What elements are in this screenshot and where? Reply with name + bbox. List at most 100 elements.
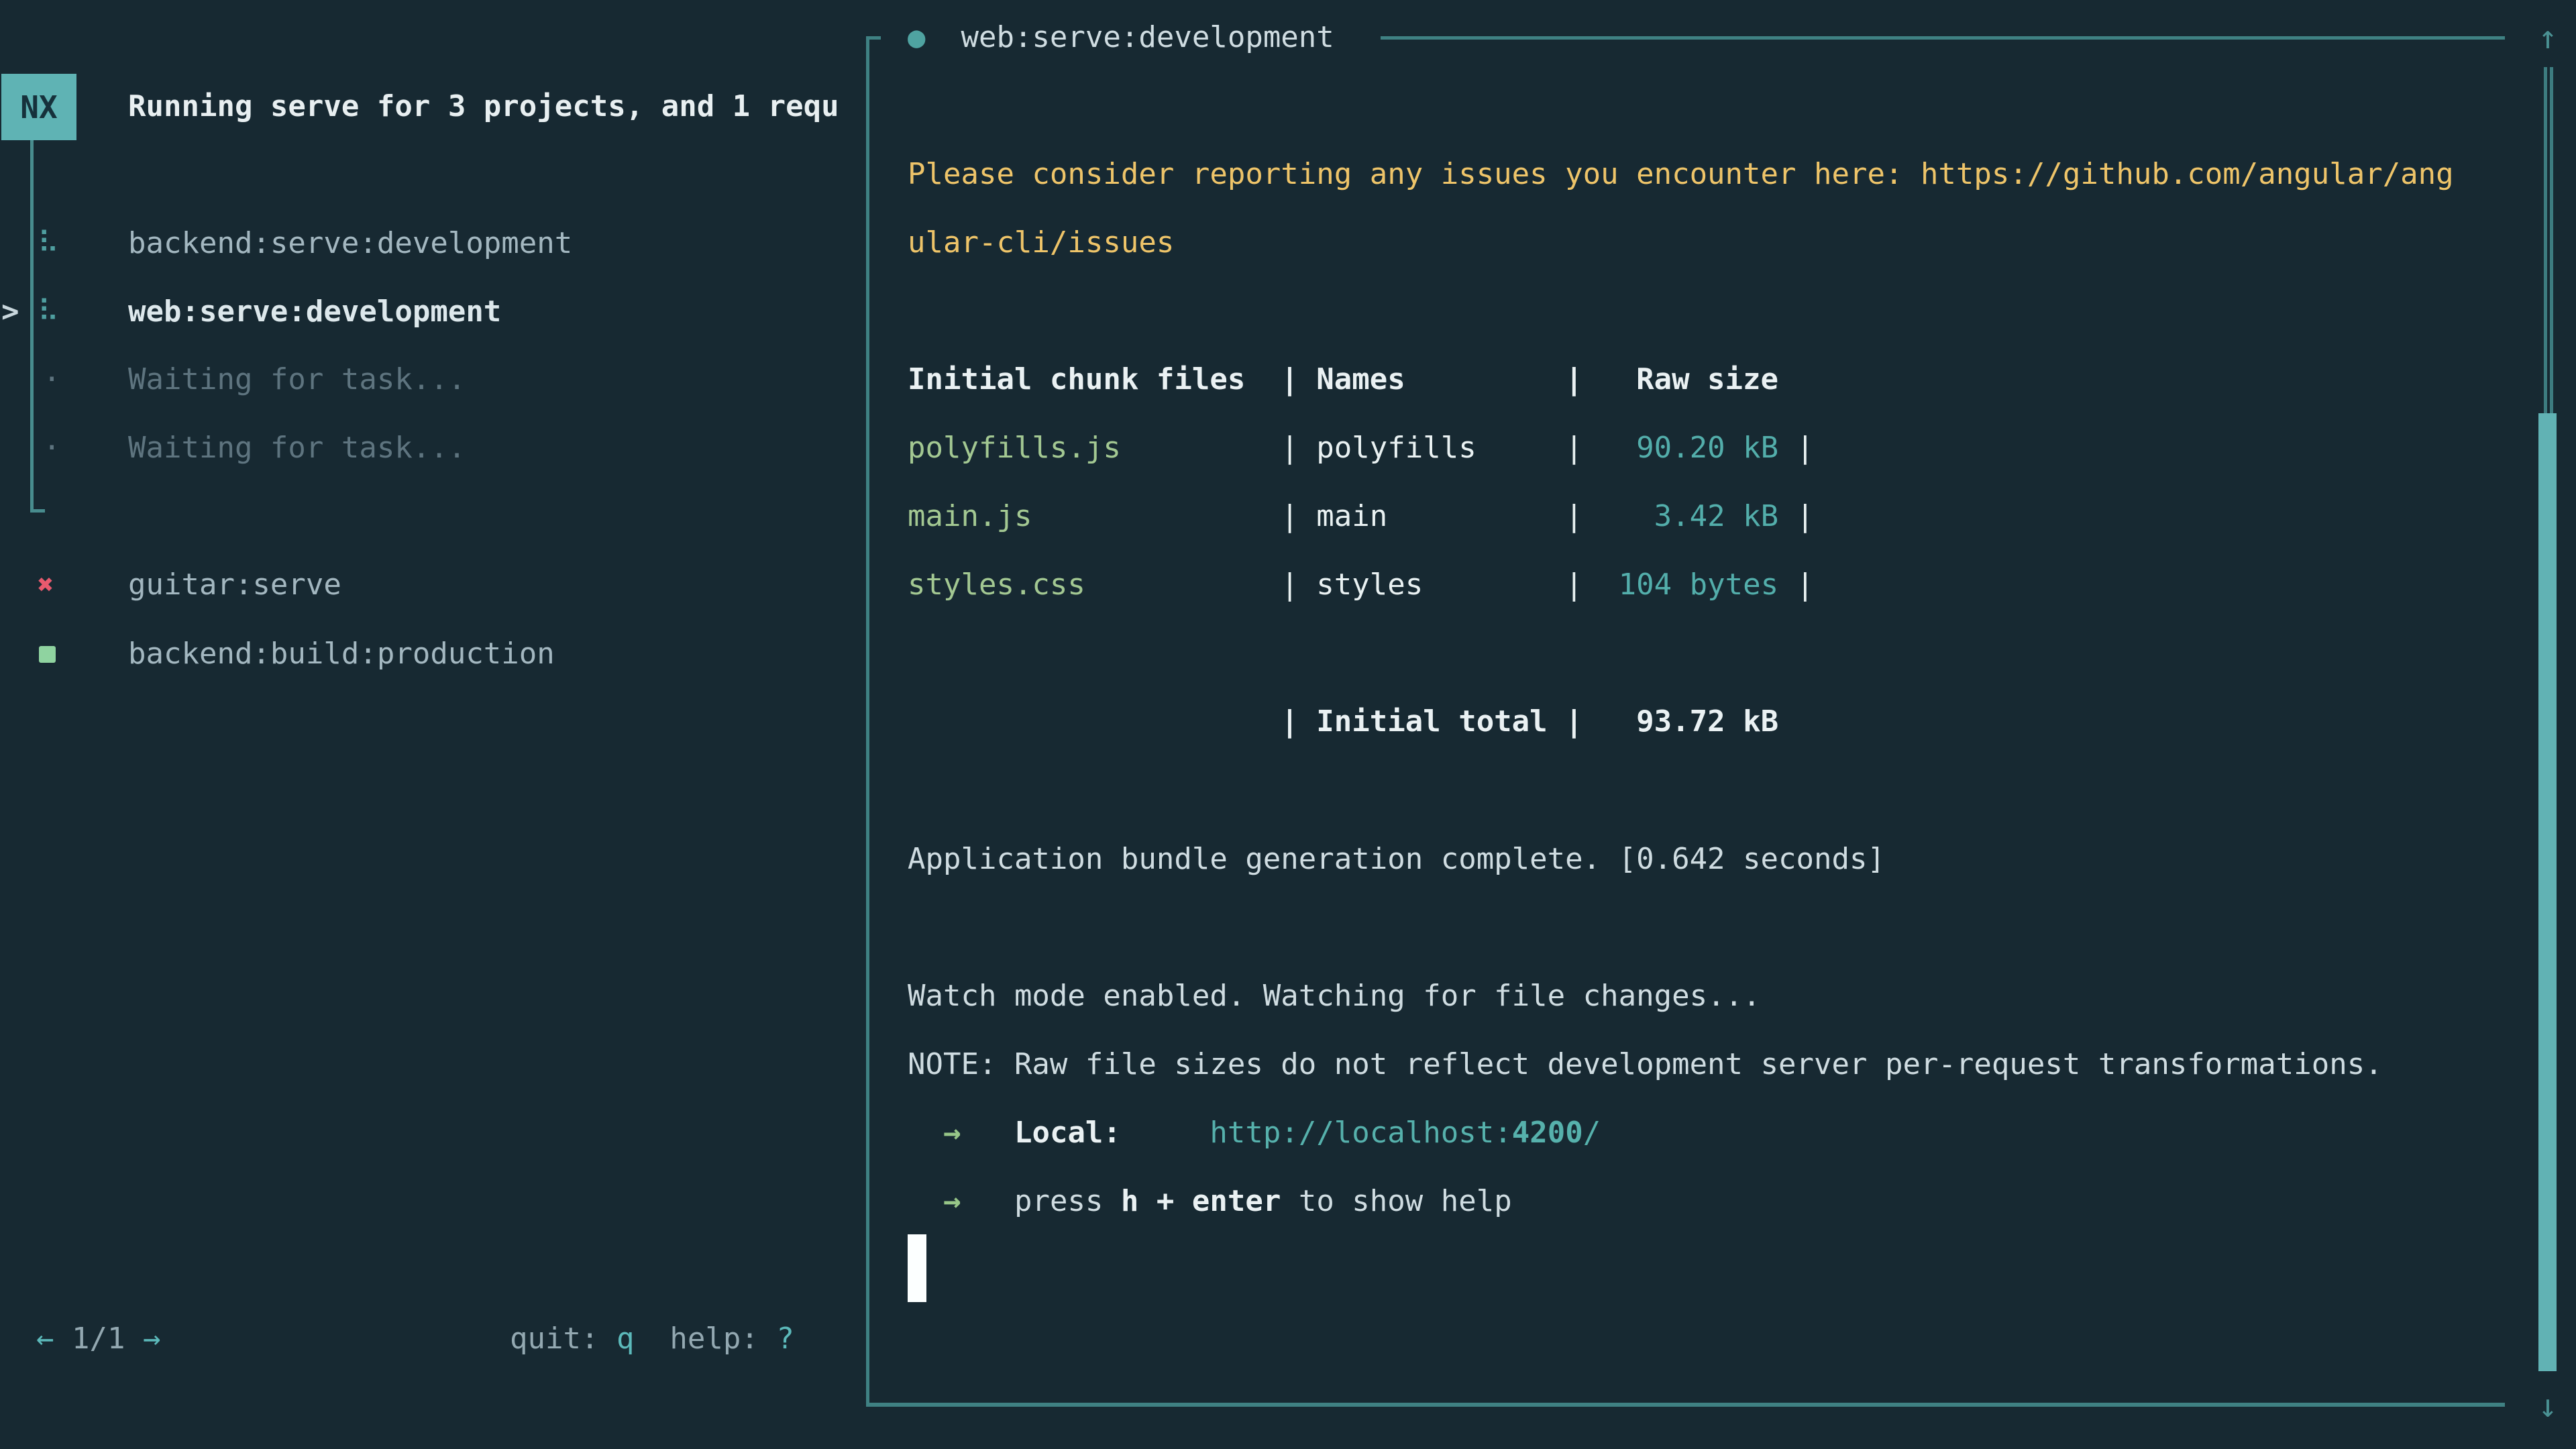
output-line: ular-cli/issues xyxy=(908,222,1174,264)
success-square-icon xyxy=(39,646,56,663)
text-segment: polyfills xyxy=(1316,431,1476,465)
task-label: web:serve:development xyxy=(128,291,501,333)
panel-border-left xyxy=(866,36,869,1406)
text-segment xyxy=(1085,568,1281,602)
spinner-icon: ⠧ xyxy=(38,291,59,333)
task-label: Waiting for task... xyxy=(128,359,466,400)
text-segment xyxy=(1477,431,1565,465)
text-segment: styles xyxy=(1316,568,1423,602)
text-segment: styles.css xyxy=(908,568,1085,602)
text-segment: / xyxy=(1583,1116,1601,1150)
task-label: backend:serve:development xyxy=(128,223,572,264)
text-segment: http://localhost: xyxy=(1210,1116,1511,1150)
text-segment: | xyxy=(1281,499,1316,533)
text-segment xyxy=(1121,431,1281,465)
text-segment: polyfills.js xyxy=(908,431,1121,465)
task-item-backend-build-production[interactable]: backend:build:production xyxy=(0,633,859,675)
text-segment: Initial chunk files | Names | Raw size xyxy=(908,362,1778,396)
text-segment: → xyxy=(943,1116,961,1150)
text-segment: | xyxy=(1565,499,1583,533)
text-segment: | xyxy=(1281,704,1316,739)
task-label: guitar:serve xyxy=(128,564,341,606)
text-segment: main.js xyxy=(908,499,1032,533)
text-segment: | xyxy=(1281,568,1316,602)
text-segment: 3.42 kB xyxy=(1654,499,1778,533)
output-line: NOTE: Raw file sizes do not reflect deve… xyxy=(908,1044,2383,1085)
task-item-guitar-serve[interactable]: ✖ guitar:serve xyxy=(0,564,859,606)
text-segment: 90.20 kB xyxy=(1636,431,1778,465)
text-segment xyxy=(1583,704,1636,739)
task-item-web-serve-development[interactable]: > ⠧ web:serve:development xyxy=(0,291,859,333)
panel-border-top xyxy=(1381,36,2505,40)
text-segment: NOTE: Raw file sizes do not reflect deve… xyxy=(908,1047,2383,1081)
output-line: | Initial total | 93.72 kB xyxy=(908,701,1778,743)
failed-cross-icon: ✖ xyxy=(38,564,54,606)
text-segment: | xyxy=(1565,431,1583,465)
text-segment: ● xyxy=(908,20,926,54)
text-segment: 4200 xyxy=(1512,1116,1583,1150)
output-line: Application bundle generation complete. … xyxy=(908,839,1885,880)
output-line: polyfills.js | polyfills | 90.20 kB | xyxy=(908,427,1814,469)
task-item-Waiting-for-task-[interactable]: · Waiting for task... xyxy=(0,359,859,400)
keyboard-hints: quit: q help: ? xyxy=(510,1318,794,1360)
scroll-down-icon[interactable]: ↓ xyxy=(2530,1389,2565,1424)
text-segment: help: xyxy=(634,1322,776,1356)
pager[interactable]: ← 1/1 → xyxy=(36,1318,160,1360)
text-segment xyxy=(908,1184,943,1218)
text-segment: press xyxy=(1014,1184,1121,1218)
text-segment xyxy=(961,1184,1014,1218)
scrollbar-track xyxy=(2550,67,2553,413)
spinner-icon: ⠧ xyxy=(38,223,59,264)
text-segment xyxy=(908,704,1281,739)
text-segment: | xyxy=(1778,499,1814,533)
task-item-Waiting-for-task-[interactable]: · Waiting for task... xyxy=(0,427,859,469)
panel-title: ● web:serve:development xyxy=(908,17,1334,58)
text-segment: → xyxy=(143,1322,161,1356)
text-segment: q xyxy=(616,1322,635,1356)
scrollbar-track xyxy=(2544,67,2547,413)
text-segment xyxy=(1423,568,1565,602)
text-segment: ? xyxy=(776,1322,794,1356)
task-tree-line-foot xyxy=(30,509,45,513)
text-segment: web:serve:development xyxy=(961,20,1334,54)
output-line: → press h + enter to show help xyxy=(908,1181,1512,1222)
waiting-dot-icon: · xyxy=(43,427,61,469)
output-line: Watch mode enabled. Watching for file ch… xyxy=(908,975,1761,1017)
output-line: main.js | main | 3.42 kB | xyxy=(908,496,1814,537)
scrollbar-thumb[interactable] xyxy=(2538,413,2557,1371)
scroll-up-icon[interactable]: ↑ xyxy=(2530,20,2565,55)
text-segment: Local: xyxy=(1014,1116,1121,1150)
text-segment xyxy=(961,1116,1014,1150)
text-segment: | xyxy=(1565,568,1583,602)
task-item-backend-serve-development[interactable]: ⠧ backend:serve:development xyxy=(0,223,859,264)
waiting-dot-icon: · xyxy=(43,359,61,400)
text-segment: | xyxy=(1565,704,1583,739)
text-segment: ular-cli/issues xyxy=(908,225,1174,260)
selected-chevron-icon: > xyxy=(1,291,19,333)
text-segment: | xyxy=(1778,431,1814,465)
nx-tui-screen: NX Running serve for 3 projects, and 1 r… xyxy=(0,0,2576,1449)
output-line: Please consider reporting any issues you… xyxy=(908,154,2454,195)
text-segment: 104 bytes xyxy=(1619,568,1778,602)
output-line: → Local: http://localhost:4200/ xyxy=(908,1112,1601,1154)
text-segment: h + enter xyxy=(1121,1184,1281,1218)
text-segment: 1/1 xyxy=(54,1322,143,1356)
task-label: Waiting for task... xyxy=(128,427,466,469)
text-segment xyxy=(926,20,961,54)
text-segment: → xyxy=(943,1184,961,1218)
text-segment xyxy=(908,1116,943,1150)
text-segment: 93.72 kB xyxy=(1636,704,1778,739)
nx-logo-badge: NX xyxy=(1,74,76,140)
text-segment: to show help xyxy=(1281,1184,1511,1218)
panel-border-bottom xyxy=(866,1403,2505,1407)
text-segment: | xyxy=(1778,568,1814,602)
text-segment xyxy=(1548,704,1566,739)
text-segment xyxy=(1583,499,1654,533)
text-segment xyxy=(1583,568,1619,602)
text-segment xyxy=(1121,1116,1210,1150)
task-label: backend:build:production xyxy=(128,633,555,675)
output-line: styles.css | styles | 104 bytes | xyxy=(908,564,1814,606)
text-segment: Application bundle generation complete. … xyxy=(908,842,1885,876)
text-segment xyxy=(1032,499,1281,533)
page-title: Running serve for 3 projects, and 1 requ xyxy=(128,86,839,127)
